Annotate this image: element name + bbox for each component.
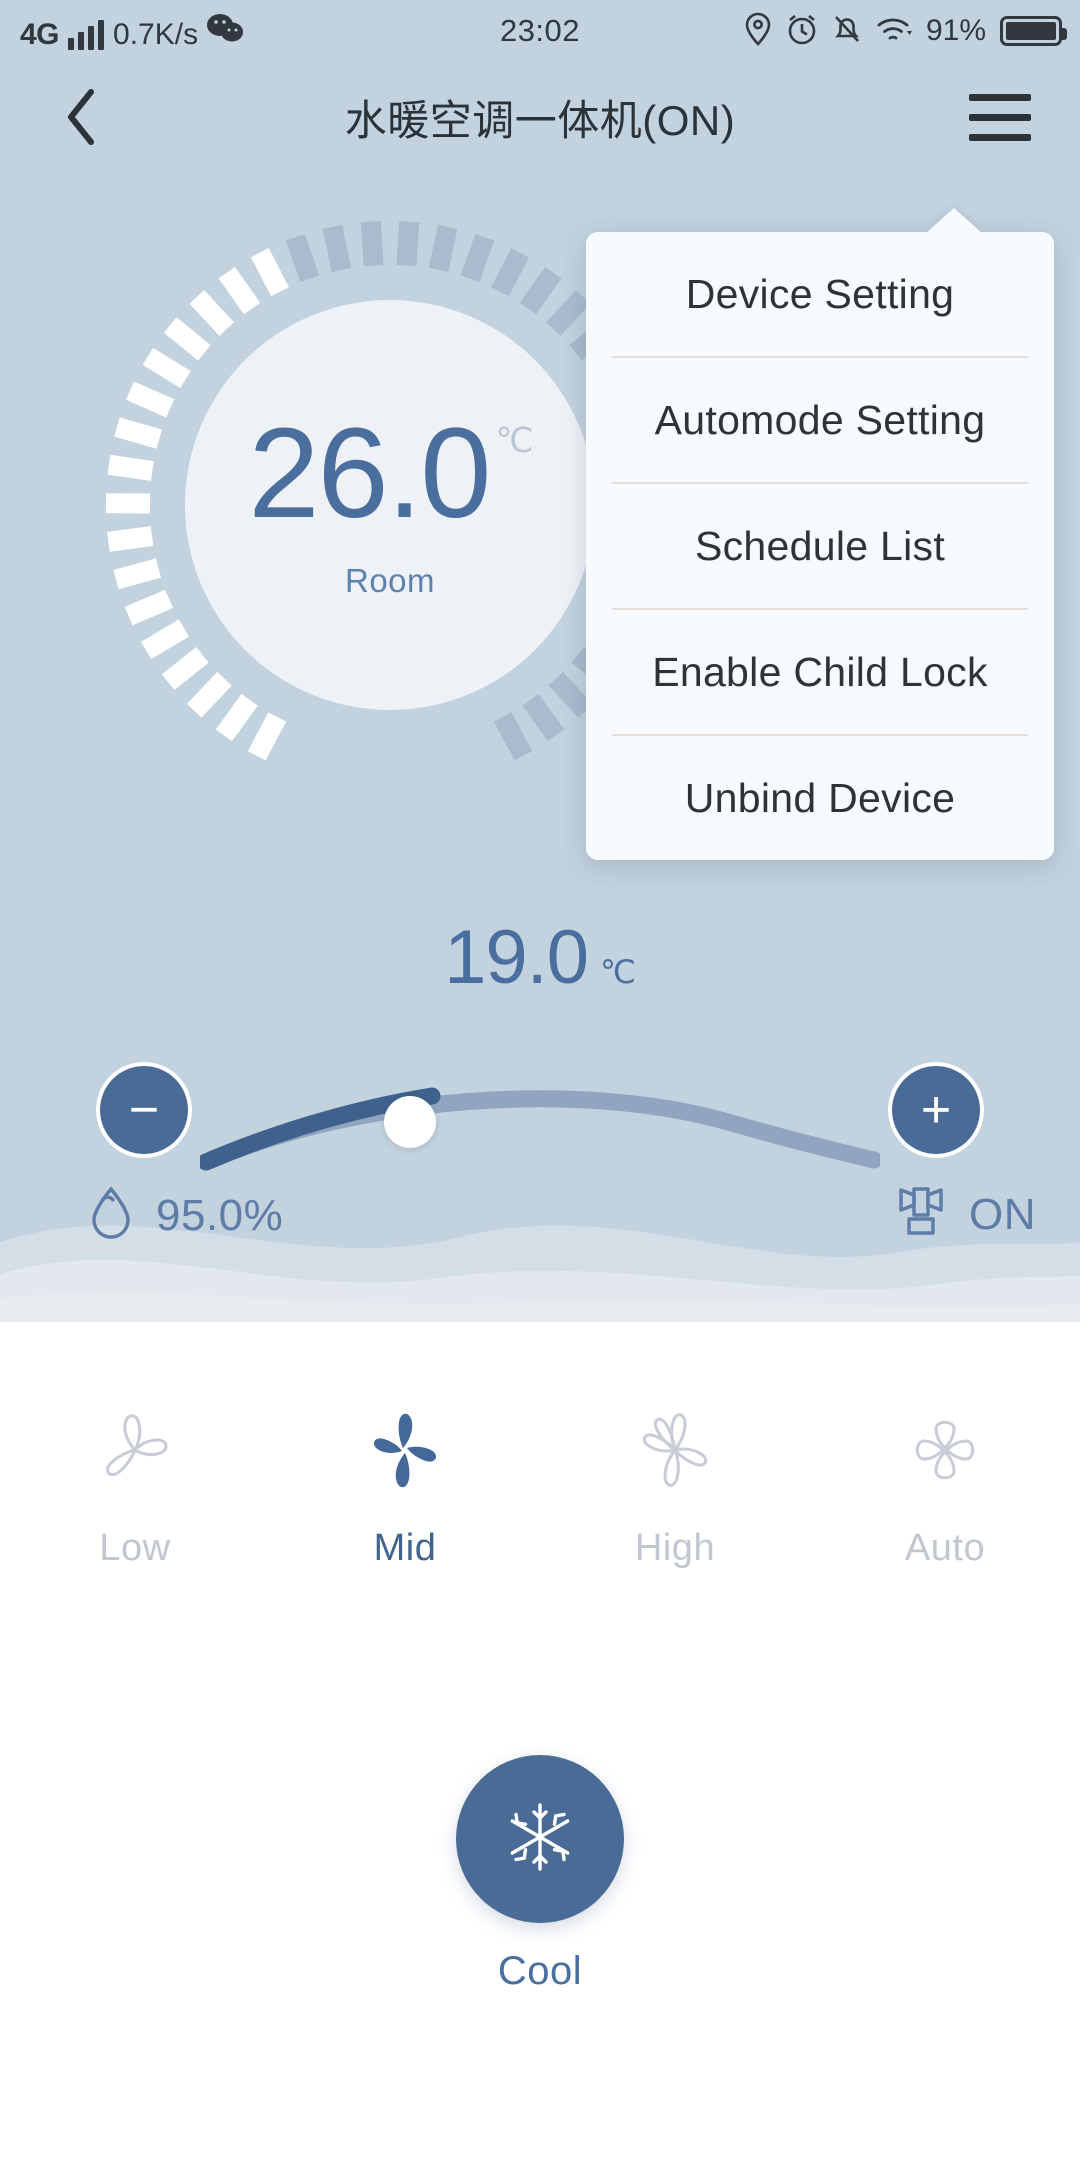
dial-tick (189, 290, 235, 336)
dial-tick (548, 671, 594, 718)
dial-tick (140, 619, 190, 660)
fan-auto-icon (895, 1400, 995, 1505)
fan-5-blade-icon (625, 1400, 725, 1505)
fan-4-blade-icon (355, 1400, 455, 1505)
room-temperature-unit: ℃ (495, 422, 533, 460)
fan-speed-auto-label: Auto (904, 1527, 986, 1569)
location-pin-icon (744, 12, 772, 51)
battery-full-icon (1000, 16, 1067, 46)
decrease-temperature-button[interactable]: − (96, 1062, 192, 1158)
temperature-slider-row: − + (0, 1040, 1080, 1180)
dial-tick (360, 221, 384, 267)
room-temperature-value: 26.0 ℃ (248, 402, 533, 545)
menu-item-unbind-device[interactable]: Unbind Device (612, 736, 1028, 860)
mode-label: Cool (497, 1949, 583, 1993)
dial-tick (215, 693, 258, 742)
dial-tick (161, 646, 209, 691)
dial-tick (522, 693, 565, 742)
dial-tick (285, 233, 320, 283)
dial-tick (218, 266, 261, 315)
dial-tick (428, 224, 458, 273)
wifi-icon (876, 13, 912, 50)
alarm-clock-icon (786, 12, 818, 51)
mode-cool-button[interactable] (456, 1755, 624, 1923)
hamburger-line (969, 133, 1031, 141)
status-bar-right: 91% (744, 12, 1067, 51)
hamburger-line (969, 113, 1031, 121)
options-dropdown-menu: Device Setting Automode Setting Schedule… (586, 208, 1054, 860)
fan-speed-selector: Low Mid High Auto (0, 1400, 1080, 1570)
dial-tick (114, 417, 162, 449)
dropdown-arrow-pointer (926, 208, 982, 233)
fan-3-blade-icon (85, 1400, 185, 1505)
fan-speed-mid-label: Mid (373, 1527, 437, 1569)
menu-item-schedule-list[interactable]: Schedule List (612, 484, 1028, 610)
dial-tick (493, 712, 533, 761)
menu-item-enable-child-lock[interactable]: Enable Child Lock (612, 610, 1028, 736)
room-temperature-label: Room (344, 562, 436, 599)
slider-track[interactable] (200, 1040, 880, 1180)
dial-tick (460, 233, 495, 283)
menu-item-device-setting[interactable]: Device Setting (612, 232, 1028, 358)
valve-icon (895, 1185, 947, 1244)
dial-tick (163, 317, 211, 361)
minus-icon: − (128, 1081, 160, 1139)
fan-speed-high-label: High (634, 1527, 716, 1569)
dial-tick (545, 290, 591, 336)
page-title: 水暖空调一体机(ON) (344, 96, 736, 144)
fan-speed-low[interactable]: Low (0, 1400, 270, 1570)
humidity-value: 95.0% (156, 1190, 284, 1240)
snowflake-icon (503, 1800, 577, 1879)
dial-tick (186, 671, 232, 718)
set-temperature: 19.0 ℃ (0, 920, 1080, 996)
fan-speed-mid[interactable]: Mid (270, 1400, 540, 1570)
set-temperature-unit: ℃ (599, 954, 636, 990)
status-bar: 4G 0.7K/s 23:02 91% (0, 0, 1080, 62)
battery-percent-label: 91% (925, 14, 986, 47)
valve-status: ON (895, 1185, 1036, 1244)
set-temperature-value: 19.0 (444, 915, 589, 1000)
dial-tick (519, 266, 562, 315)
increase-temperature-button[interactable]: + (888, 1062, 984, 1158)
fan-speed-high[interactable]: High (540, 1400, 810, 1570)
bell-muted-icon (832, 12, 862, 51)
dial-tick (247, 712, 287, 761)
dial-tick (107, 526, 154, 552)
dial-tick (396, 221, 420, 267)
valve-value: ON (969, 1189, 1036, 1239)
dial-tick (250, 248, 289, 297)
mode-selector: Cool (0, 1755, 1080, 1994)
room-temperature-number: 26.0 (248, 402, 491, 545)
hamburger-line (969, 93, 1031, 101)
fan-speed-low-label: Low (99, 1527, 171, 1569)
dial-tick (113, 558, 162, 590)
fan-speed-auto[interactable]: Auto (810, 1400, 1080, 1570)
dial-tick (124, 589, 174, 626)
humidity-status: 95.0% (88, 1185, 283, 1246)
device-status-row: 95.0% ON (0, 1185, 1080, 1265)
dial-tick (142, 347, 191, 389)
dial-tick (491, 248, 530, 297)
dial-tick (322, 224, 352, 273)
dial-center: 26.0 ℃ Room (185, 300, 595, 710)
menu-item-automode-setting[interactable]: Automode Setting (612, 358, 1028, 484)
dial-tick (125, 381, 175, 418)
slider-thumb[interactable] (384, 1096, 436, 1148)
app-header: 水暖空调一体机(ON) (0, 62, 1080, 172)
climate-panel: 4G 0.7K/s 23:02 91% 水暖空调一体机(ON) 26.0 ℃ R… (0, 0, 1080, 1322)
humidity-droplet-icon (88, 1185, 134, 1246)
dial-tick (107, 454, 154, 481)
plus-icon: + (920, 1081, 952, 1139)
hamburger-menu-button[interactable] (950, 62, 1050, 172)
